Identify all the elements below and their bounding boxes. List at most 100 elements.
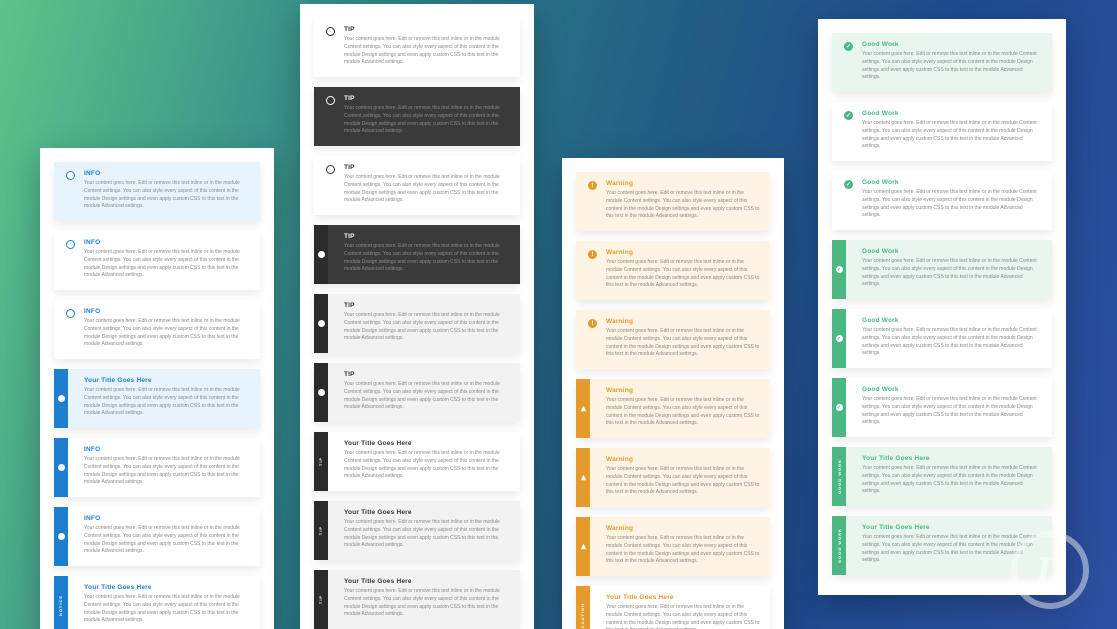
blurb-card: ✓Good WorkYour content goes here. Edit o… [832, 102, 1052, 161]
card-body: Your content goes here. Edit or remove t… [862, 465, 1042, 496]
card-title: Your Title Goes Here [344, 440, 510, 447]
blurb-card: WarningYour content goes here. Edit or r… [576, 448, 770, 507]
warning-triangle-icon [580, 474, 587, 481]
card-title: Your Title Goes Here [84, 584, 250, 591]
card-title: Your Title Goes Here [606, 594, 760, 601]
card-body: Your content goes here. Edit or remove t… [606, 466, 760, 497]
blurb-card: INFOYour content goes here. Edit or remo… [54, 507, 260, 566]
accent-dot-icon [66, 240, 75, 249]
card-title: Good Work [862, 110, 1042, 117]
accent-dot-icon [326, 165, 335, 174]
blurb-card: TIPYour Title Goes HereYour content goes… [314, 501, 520, 560]
card-body: Your content goes here. Edit or remove t… [606, 397, 760, 428]
bar-dot-icon [318, 389, 325, 396]
blurb-card: TIP Your Title Goes Here Your content goes… [314, 432, 520, 491]
accent-dot-icon [66, 171, 75, 180]
accent-bar [54, 438, 68, 497]
card-title: TIP [344, 26, 510, 33]
accent-bar: ✓ [832, 240, 846, 299]
blurb-card: INFOYour content goes here. Edit or remo… [54, 231, 260, 290]
card-body: Your content goes here. Edit or remove t… [606, 190, 760, 221]
blurb-card: INFOYour content goes here. Edit or remo… [54, 438, 260, 497]
card-body: Your content goes here. Edit or remove t… [344, 105, 510, 136]
bar-label: NOTICE [59, 595, 64, 616]
card-title: Good Work [862, 179, 1042, 186]
accent-bar [576, 379, 590, 438]
card-title: Your Title Goes Here [344, 509, 510, 516]
card-body: Your content goes here. Edit or remove t… [862, 120, 1042, 151]
card-body: Your content goes here. Edit or remove t… [862, 258, 1042, 289]
blurb-card: CAUTIONYour Title Goes HereYour content … [576, 586, 770, 629]
card-title: Warning [606, 249, 760, 256]
blurb-card: Your Title Goes HereYour content goes he… [54, 369, 260, 428]
accent-dot-icon: ✓ [844, 42, 853, 51]
accent-bar: TIP [314, 432, 328, 491]
bar-dot-icon: ✓ [836, 404, 843, 411]
card-body: Your content goes here. Edit or remove t… [344, 450, 510, 481]
card-body: Your content goes here. Edit or remove t… [84, 249, 250, 280]
card-title: Warning [606, 180, 760, 187]
accent-bar [576, 448, 590, 507]
card-body: Your content goes here. Edit or remove t… [344, 312, 510, 343]
accent-dot-icon: ! [588, 319, 597, 328]
card-title: Good Work [862, 248, 1042, 255]
card-title: TIP [344, 233, 510, 240]
bar-dot-icon: ✓ [836, 335, 843, 342]
accent-bar [314, 363, 328, 422]
showcase-panel-blue: INFO Your content goes here. Edit or remo… [40, 148, 274, 629]
card-title: Your Title Goes Here [84, 377, 250, 384]
blurb-card: ✓ Good Work Your content goes here. Edit o… [832, 240, 1052, 299]
card-body: Your content goes here. Edit or remove t… [344, 36, 510, 67]
card-body: Your content goes here. Edit or remove t… [344, 174, 510, 205]
card-title: TIP [344, 371, 510, 378]
card-title: Your Title Goes Here [344, 578, 510, 585]
accent-bar: GOOD WORK [832, 447, 846, 506]
card-body: Your content goes here. Edit or remove t… [84, 180, 250, 211]
blurb-card: TIP Your content goes here. Edit or remov… [314, 363, 520, 422]
card-title: TIP [344, 164, 510, 171]
blurb-card: ✓Good WorkYour content goes here. Edit o… [832, 309, 1052, 368]
accent-dot-icon [326, 96, 335, 105]
bar-dot-icon: ✓ [836, 266, 843, 273]
accent-bar: ✓ [832, 378, 846, 437]
card-body: Your content goes here. Edit or remove t… [344, 243, 510, 274]
blurb-card: ✓Good WorkYour content goes here. Edit o… [832, 171, 1052, 230]
card-title: Warning [606, 318, 760, 325]
blurb-card: TIPYour Title Goes HereYour content goes… [314, 570, 520, 629]
blurb-card: !WarningYour content goes here. Edit or … [576, 241, 770, 300]
card-body: Your content goes here. Edit or remove t… [862, 327, 1042, 358]
bar-dot-icon [58, 395, 65, 402]
accent-dot-icon: ✓ [844, 180, 853, 189]
bar-dot-icon [58, 533, 65, 540]
bar-dot-icon [318, 251, 325, 258]
bar-label: CAUTION [581, 603, 586, 628]
blurb-card: !WarningYour content goes here. Edit or … [576, 310, 770, 369]
bar-label: TIP [318, 457, 323, 466]
accent-bar: NOTICE [54, 576, 68, 629]
card-title: Warning [606, 525, 760, 532]
accent-bar: ✓ [832, 309, 846, 368]
card-body: Your content goes here. Edit or remove t… [862, 51, 1042, 82]
blurb-card: WarningYour content goes here. Edit or r… [576, 517, 770, 576]
bar-label: GOOD WORK [837, 459, 842, 494]
card-body: Your content goes here. Edit or remove t… [84, 525, 250, 556]
blurb-card: GOOD WORK Your Title Goes Here Your conten… [832, 447, 1052, 506]
blurb-card: ✓Good WorkYour content goes here. Edit o… [832, 378, 1052, 437]
bar-label: TIP [318, 595, 323, 604]
accent-bar [576, 517, 590, 576]
warning-triangle-icon [580, 405, 587, 412]
card-body: Your content goes here. Edit or remove t… [84, 318, 250, 349]
card-title: INFO [84, 308, 250, 315]
blurb-card: ✓Good WorkYour content goes here. Edit o… [832, 33, 1052, 92]
accent-dot-icon [326, 27, 335, 36]
card-title: Your Title Goes Here [862, 455, 1042, 462]
logo-letter: D [1036, 547, 1065, 594]
showcase-panel-grey: TIP Your content goes here. Edit or remov… [300, 4, 534, 629]
accent-bar: TIP [314, 570, 328, 629]
card-body: Your content goes here. Edit or remove t… [344, 381, 510, 412]
card-title: INFO [84, 446, 250, 453]
card-title: Warning [606, 387, 760, 394]
blurb-card: TIPYour content goes here. Edit or remov… [314, 87, 520, 146]
card-body: Your content goes here. Edit or remove t… [862, 396, 1042, 427]
accent-dot-icon: ! [588, 181, 597, 190]
